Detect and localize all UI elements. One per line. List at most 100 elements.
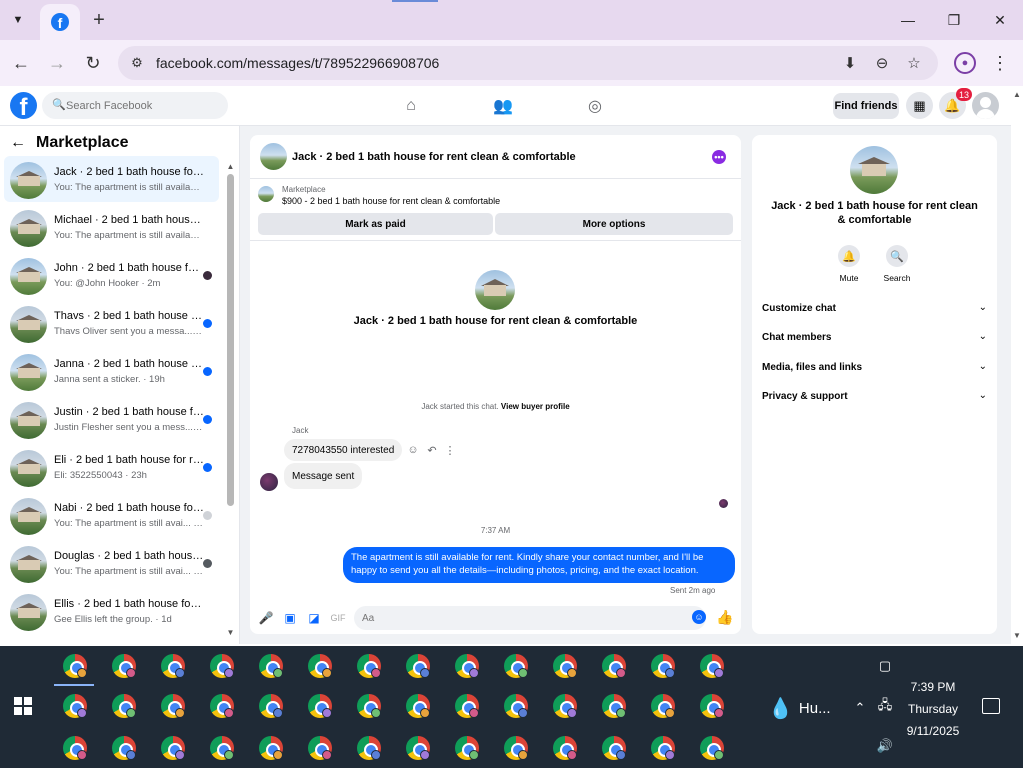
scroll-up-icon[interactable]: ▲ [1013,90,1021,99]
back-arrow-icon[interactable]: ← [8,50,34,76]
outgoing-message[interactable]: The apartment is still available for ren… [343,547,735,583]
reload-icon[interactable]: ↻ [80,50,106,76]
page-scrollbar[interactable]: ▲ ▼ [1011,86,1023,644]
minimize-icon[interactable]: — [893,8,923,32]
thread-item[interactable]: Janna · 2 bed 1 bath house fo... Janna s… [4,348,219,394]
bell-icon: 🔔 [838,245,860,267]
mark-as-paid-button[interactable]: Mark as paid [258,213,493,235]
menu-grid-icon[interactable]: ▦ [906,92,933,119]
gif-icon[interactable]: GIF [330,610,346,626]
chat-header: Jack · 2 bed 1 bath house for rent clean… [250,135,741,179]
forward-arrow-icon[interactable]: → [44,50,70,76]
scroll-down-icon[interactable]: ▼ [1013,631,1021,640]
incoming-message[interactable]: 7278043550 interested [284,439,403,461]
mute-button[interactable]: 🔔 Mute [829,245,869,283]
listing-thumbnail [10,498,47,535]
chat-title[interactable]: Jack · 2 bed 1 bath house for rent clean… [292,151,576,163]
facebook-search-input[interactable] [66,96,216,115]
thread-item[interactable]: Ellis · 2 bed 1 bath house for re... Gee… [4,588,219,634]
home-icon[interactable]: ⌂ [400,95,422,117]
listing-thumbnail [10,258,47,295]
more-options-button[interactable]: More options [495,213,733,235]
profile-badge-icon [126,668,136,678]
thread-item[interactable]: Justin · 2 bed 1 bath house fo... Justin… [4,396,219,442]
new-tab-plus-icon[interactable]: + [88,9,110,31]
customize-chat-row[interactable]: Customize chat ⌄ [762,301,987,319]
meet-now-icon[interactable]: ▢ [876,657,894,675]
emoji-icon[interactable]: ☺ [692,610,706,624]
browser-menu-icon[interactable]: ⋮ [991,52,1009,74]
thumbs-up-icon[interactable]: 👍 [716,609,733,625]
close-window-icon[interactable]: ✕ [985,8,1015,32]
thread-item[interactable]: Michael · 2 bed 1 bath house fo... You: … [4,204,219,250]
view-buyer-profile-link[interactable]: View buyer profile [501,402,570,411]
search-button[interactable]: 🔍 Search [877,245,917,283]
sidebar-scrollbar[interactable]: ▲ ▼ [226,162,235,638]
groups-icon[interactable]: ◎ [584,95,606,117]
weather-widget[interactable]: 💧 Hu... [768,696,838,720]
facebook-logo-icon[interactable]: f [10,92,37,119]
thread-preview: You: The apartment is still availabl... … [54,182,204,193]
bookmark-star-icon[interactable]: ☆ [904,53,924,73]
thread-item[interactable]: Jack · 2 bed 1 bath house for re... You:… [4,156,219,202]
volume-icon[interactable]: 🔊 [876,737,894,755]
facebook-search-box[interactable]: 🔍 [42,92,228,119]
chevron-down-icon: ⌄ [978,331,987,342]
chat-details-title: Jack · 2 bed 1 bath house for rent clean… [771,200,978,226]
profile-badge-icon [420,708,430,718]
profile-badge-icon [616,708,626,718]
browser-toolbar: ← → ↻ ⚙ facebook.com/messages/t/78952296… [0,40,1023,86]
chat-started-text: Jack started this chat. [421,402,499,411]
friends-icon[interactable]: 👥 [492,95,514,117]
site-info-icon[interactable]: ⚙ [128,54,146,72]
sender-avatar[interactable] [260,473,278,491]
restore-icon[interactable]: ❐ [939,8,969,32]
tab-search-chevron-icon[interactable]: ▼ [6,8,30,32]
photo-icon[interactable]: ▣ [282,610,298,626]
listing-price[interactable]: $900 - 2 bed 1 bath house for rent clean… [282,196,500,206]
profile-badge-icon [224,668,234,678]
thread-name: Jack · 2 bed 1 bath house for re... [54,166,204,178]
reply-icon[interactable]: ↶ [426,444,438,457]
listing-thumbnail [10,402,47,439]
chat-members-row[interactable]: Chat members ⌄ [762,330,987,348]
chat-thumbnail[interactable] [260,143,287,170]
microphone-icon[interactable]: 🎤 [258,610,274,626]
more-icon[interactable]: ⋮ [444,444,456,457]
scroll-up-icon[interactable]: ▲ [226,162,235,171]
thread-item[interactable]: Thavs · 2 bed 1 bath house fo... Thavs O… [4,300,219,346]
profile-badge-icon [420,668,430,678]
chat-info-icon[interactable]: ••• [712,150,726,164]
windows-start-icon[interactable] [14,697,32,715]
windows-taskbar: 💧 Hu... ⌃ 🖧 ▢ 🔊 7:39 PM Thursday 9/11/20… [0,646,1023,768]
install-app-icon[interactable]: ⬇ [840,53,860,73]
listing-thumbnail [10,162,47,199]
react-emoji-icon[interactable]: ☺ [407,444,419,456]
zoom-icon[interactable]: ⊖ [872,53,892,73]
address-bar[interactable]: ⚙ facebook.com/messages/t/78952296690870… [118,46,938,80]
thread-item[interactable]: John · 2 bed 1 bath house for... You: @J… [4,252,219,298]
chevron-down-icon: ⌄ [978,390,987,401]
notification-center-icon[interactable] [982,698,1000,714]
profile-badge-icon [77,668,87,678]
network-icon[interactable]: 🖧 [876,697,894,716]
account-avatar[interactable] [972,92,999,119]
browser-profile-icon[interactable]: ● [954,52,976,74]
thread-item[interactable]: Eli · 2 bed 1 bath house for re... Eli: … [4,444,219,490]
back-arrow-icon[interactable]: ← [10,134,28,152]
chevron-up-icon[interactable]: ⌃ [851,699,869,717]
sticker-icon[interactable]: ◪ [306,610,322,626]
system-clock[interactable]: 7:39 PM Thursday 9/11/2025 [898,676,968,742]
message-input[interactable] [354,606,706,630]
incoming-message[interactable]: Message sent [284,463,363,489]
media-files-links-row[interactable]: Media, files and links ⌄ [762,360,987,378]
url-text[interactable]: facebook.com/messages/t/789522966908706 [156,55,439,71]
thread-item[interactable]: Douglas · 2 bed 1 bath house... You: The… [4,540,219,586]
profile-badge-icon [616,750,626,760]
find-friends-button[interactable]: Find friends [833,93,899,119]
scroll-down-icon[interactable]: ▼ [226,628,235,637]
thread-item[interactable]: Nabi · 2 bed 1 bath house for... You: Th… [4,492,219,538]
privacy-support-row[interactable]: Privacy & support ⌄ [762,389,987,407]
browser-tab-facebook[interactable]: f [40,4,80,40]
scroll-thumb[interactable] [227,174,234,506]
